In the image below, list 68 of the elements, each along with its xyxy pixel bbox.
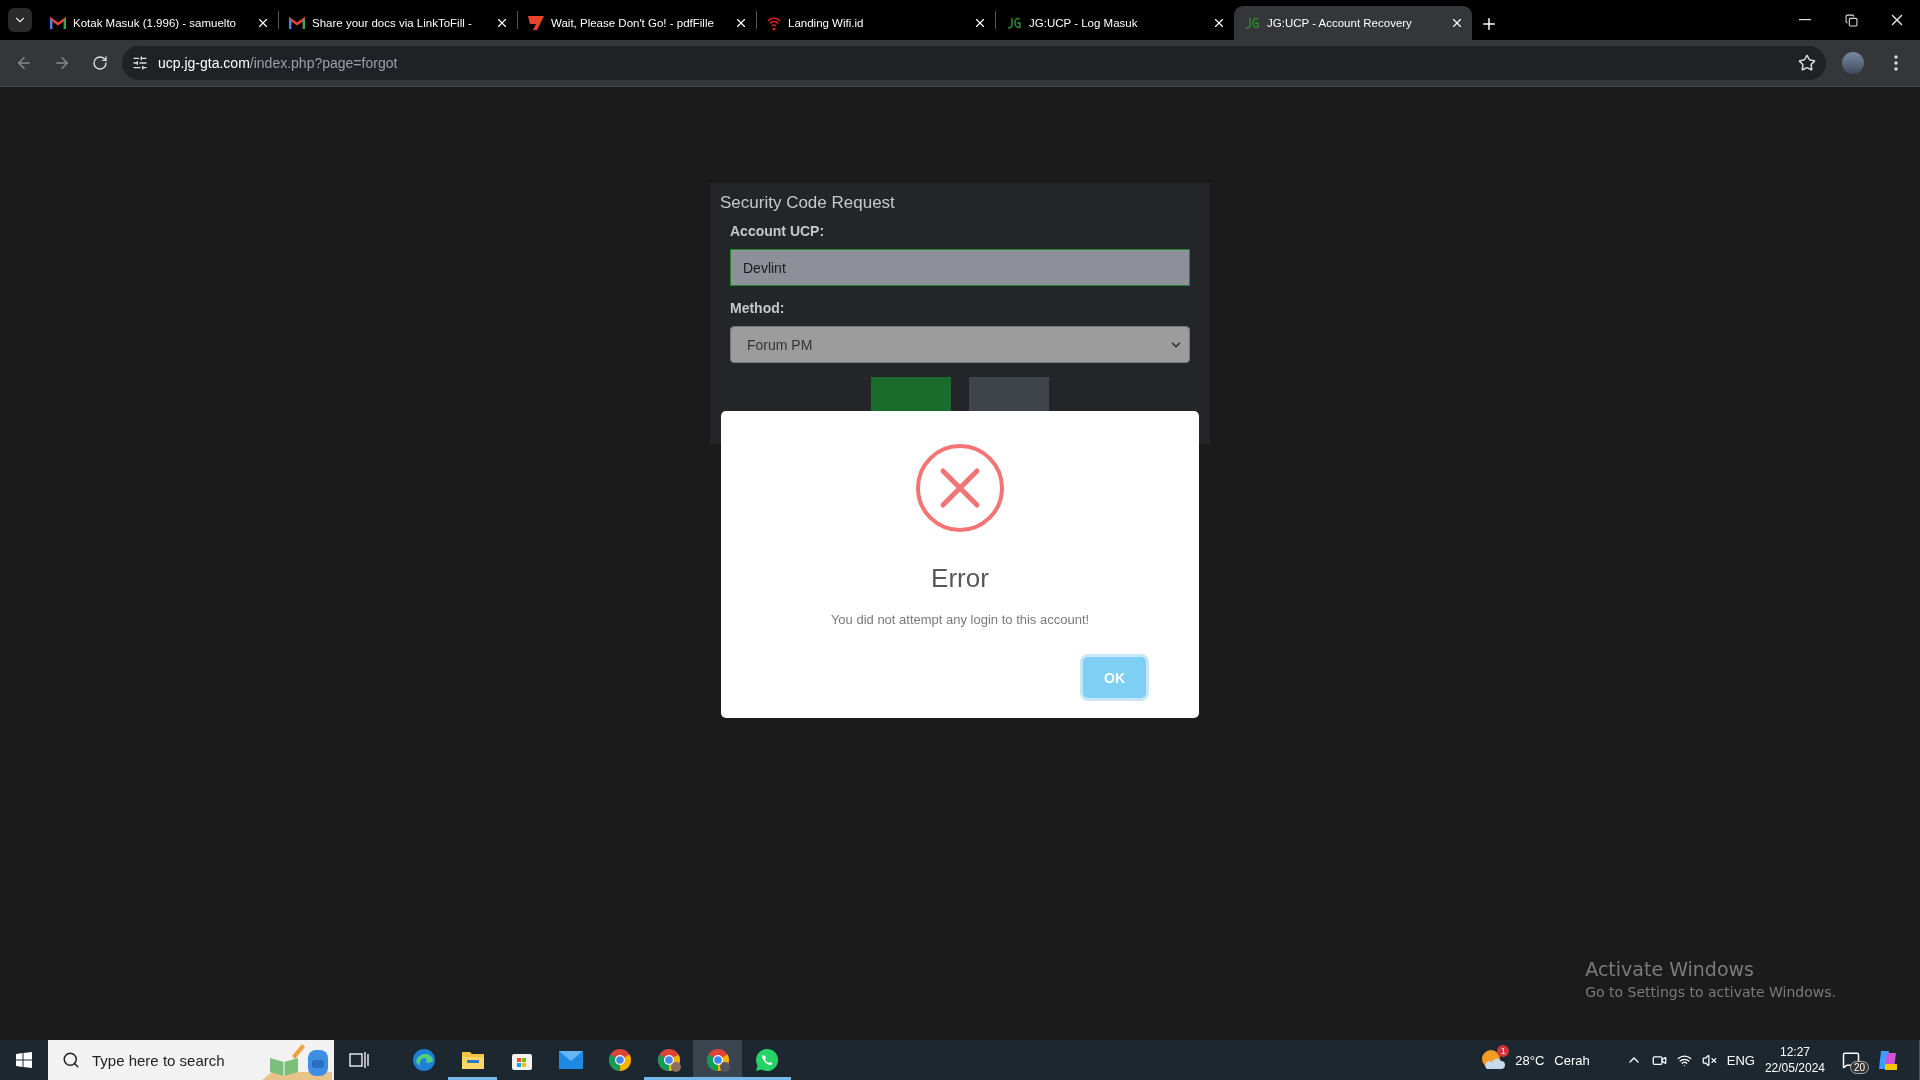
profile-avatar[interactable] xyxy=(1842,52,1864,74)
error-icon xyxy=(915,443,1005,533)
site-settings-icon[interactable] xyxy=(132,55,148,71)
tab-title: JG:UCP - Log Masuk xyxy=(1029,17,1139,29)
restore-icon xyxy=(1844,13,1858,27)
logo-icon xyxy=(1244,17,1260,29)
submit-button[interactable] xyxy=(871,377,951,413)
method-select[interactable]: Forum PM xyxy=(730,326,1190,363)
logo-icon xyxy=(1006,17,1022,29)
bookmark-icon[interactable] xyxy=(1798,54,1816,72)
tab-title: JG:UCP - Account Recovery xyxy=(1267,17,1413,29)
clock[interactable]: 12:27 22/05/2024 xyxy=(1764,1044,1825,1076)
close-icon[interactable] xyxy=(256,16,270,30)
mail-icon xyxy=(289,17,305,29)
minimize-icon xyxy=(1799,19,1811,21)
mail-icon xyxy=(558,1051,583,1069)
plus-icon xyxy=(1480,15,1498,33)
field-label: Method: xyxy=(730,300,786,316)
dialog-title: Error xyxy=(931,563,989,594)
temperature-text: 28°C xyxy=(1515,1052,1545,1068)
weather-badge: 1 xyxy=(1497,1045,1510,1057)
forward-arrow-icon xyxy=(53,54,71,72)
reload-icon xyxy=(92,55,108,71)
account-input[interactable]: Devlint xyxy=(730,249,1190,286)
books-drawing xyxy=(262,1042,334,1080)
field-label: Account UCP: xyxy=(730,223,826,239)
tab-list-button[interactable] xyxy=(8,8,32,32)
search-icon xyxy=(62,1051,80,1069)
chrome-icon xyxy=(705,1048,730,1072)
activation-title: Activate Windows xyxy=(1585,958,1755,980)
chrome-icon xyxy=(656,1048,681,1072)
mail-icon xyxy=(50,17,66,29)
browser-icon xyxy=(411,1048,436,1072)
wifi-icon xyxy=(767,15,781,31)
dialog-message: You did not attempt any login to this account! xyxy=(830,612,1090,627)
address-field[interactable]: ucp.jg-gta.com/index.php?page=forgot xyxy=(122,46,1826,80)
chat-icon xyxy=(754,1048,779,1072)
volume-muted-icon[interactable] xyxy=(1701,1052,1717,1068)
chrome-icon xyxy=(607,1048,632,1072)
activation-message: Go to Settings to activate Windows. xyxy=(1585,984,1836,1000)
weather-icon xyxy=(1481,1049,1506,1071)
close-icon[interactable] xyxy=(1212,16,1226,30)
windows-icon xyxy=(16,1052,32,1068)
notifications-button[interactable]: 20 xyxy=(1835,1046,1867,1074)
browser-tab[interactable]: JG:UCP - Log Masuk xyxy=(996,6,1234,40)
form-title: Security Code Request xyxy=(720,193,896,213)
browser-tab[interactable]: JG:UCP - Account Recovery xyxy=(1234,6,1472,40)
copilot-icon[interactable] xyxy=(1877,1049,1899,1071)
browser-tab[interactable]: Landing Wifi.id xyxy=(757,6,995,40)
wifi-icon[interactable] xyxy=(1676,1052,1692,1068)
cancel-button[interactable] xyxy=(969,377,1049,413)
tab-title: Share your docs via LinkToFill - xyxy=(312,17,473,29)
tab-title: Kotak Masuk (1.996) - samuelto xyxy=(73,17,237,29)
tab-title: Wait, Please Don't Go! - pdfFille xyxy=(551,17,715,29)
tab-title: Landing Wifi.id xyxy=(788,17,865,29)
language-indicator[interactable]: ENG xyxy=(1726,1052,1755,1068)
browser-tab[interactable]: Wait, Please Don't Go! - pdfFille xyxy=(518,6,756,40)
browser-tab[interactable]: Kotak Masuk (1.996) - samuelto xyxy=(40,6,278,40)
close-icon[interactable] xyxy=(495,16,509,30)
close-icon[interactable] xyxy=(973,16,987,30)
close-icon[interactable] xyxy=(1450,16,1464,30)
folder-icon xyxy=(460,1050,485,1070)
weather-condition: Cerah xyxy=(1554,1052,1590,1068)
browser-tab[interactable]: Share your docs via LinkToFill - xyxy=(279,6,517,40)
task-view-icon xyxy=(348,1051,369,1069)
menu-icon xyxy=(1894,55,1898,71)
close-icon[interactable] xyxy=(734,16,748,30)
logo-icon xyxy=(528,16,544,30)
